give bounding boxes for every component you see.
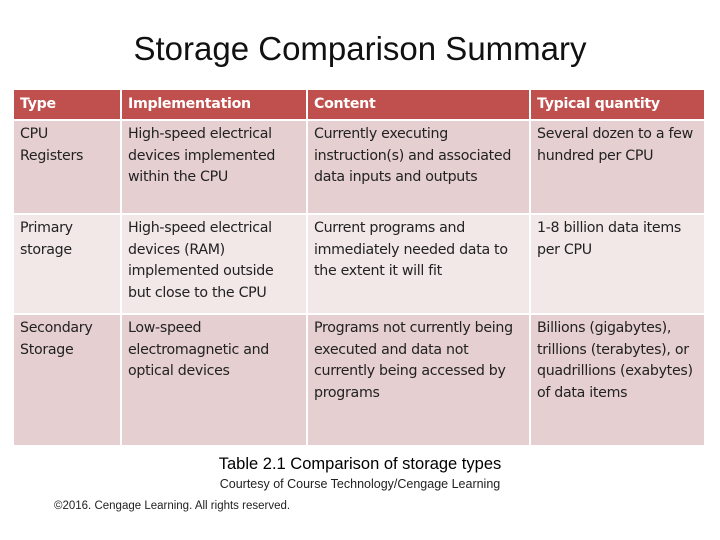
courtesy-note: Courtesy of Course Technology/Cengage Le… xyxy=(219,477,501,491)
cell-implementation: High-speed electrical devices (RAM) impl… xyxy=(120,213,308,315)
cell-quantity: 1-8 billion data items per CPU xyxy=(529,213,706,315)
cell-content: Current programs and immediately needed … xyxy=(306,213,531,315)
header-implementation: Implementation xyxy=(120,88,308,121)
slide-title: Storage Comparison Summary xyxy=(133,30,587,67)
table-row: CPU Registers High-speed electrical devi… xyxy=(12,119,706,215)
table-row: Secondary Storage Low-speed electromagne… xyxy=(12,313,706,447)
cell-quantity: Several dozen to a few hundred per CPU xyxy=(529,119,706,215)
storage-comparison-table: Type Implementation Content Typical quan… xyxy=(12,88,706,447)
cell-implementation: Low-speed electromagnetic and optical de… xyxy=(120,313,308,447)
cell-content: Programs not currently being executed an… xyxy=(306,313,531,447)
header-content: Content xyxy=(306,88,531,121)
header-typical-quantity: Typical quantity xyxy=(529,88,706,121)
cell-content: Currently executing instruction(s) and a… xyxy=(306,119,531,215)
cell-type: Primary storage xyxy=(12,213,122,315)
copyright-notice: ©2016. Cengage Learning. All rights rese… xyxy=(54,500,291,512)
table-row: Primary storage High-speed electrical de… xyxy=(12,213,706,315)
cell-implementation: High-speed electrical devices implemente… xyxy=(120,119,308,215)
cell-type: Secondary Storage xyxy=(12,313,122,447)
table-header-row: Type Implementation Content Typical quan… xyxy=(12,88,706,121)
cell-type: CPU Registers xyxy=(12,119,122,215)
header-type: Type xyxy=(12,88,122,121)
table-caption: Table 2.1 Comparison of storage types xyxy=(218,455,502,473)
cell-quantity: Billions (gigabytes), trillions (terabyt… xyxy=(529,313,706,447)
